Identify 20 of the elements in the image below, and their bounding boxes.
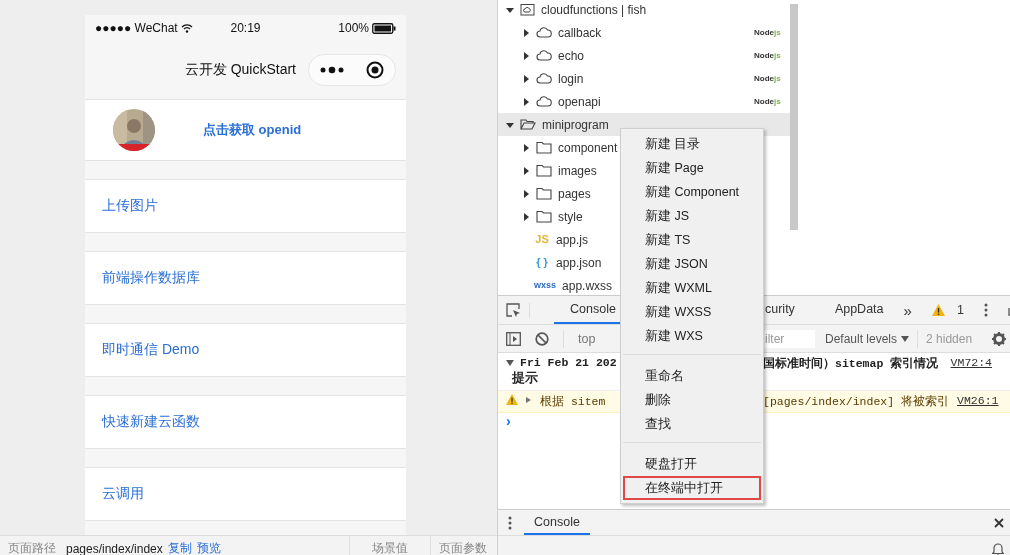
warning-count: 1 [956, 303, 964, 317]
file-type-icon: JS [534, 232, 550, 247]
log-message: [pages/index/index] 将被索引 [763, 394, 950, 409]
file-type-icon: { } [534, 255, 550, 270]
battery-text: 100% [338, 21, 369, 35]
nav-title: 云开发 QuickStart [184, 61, 296, 79]
log-message: 国标准时间）sitemap 索引情况 [763, 356, 939, 371]
runtime-label: Nodejs [754, 51, 781, 60]
log-message: Fri Feb 21 202 [520, 356, 617, 369]
log-message: 提示 [511, 370, 538, 387]
runtime-label: Nodejs [754, 28, 781, 37]
page-path: pages/index/index [66, 541, 163, 555]
runtime-label: Nodejs [754, 74, 781, 83]
carrier-text: ●●●●● WeChat [95, 21, 178, 35]
file-type-icon: wxss [534, 280, 557, 291]
clock-text: 20:19 [230, 21, 261, 35]
log-message: 根据 sitem [540, 394, 606, 409]
path-label: 页面路径 [8, 540, 56, 555]
runtime-label: Nodejs [754, 97, 781, 106]
hidden-count: 2 hidden [926, 331, 973, 346]
